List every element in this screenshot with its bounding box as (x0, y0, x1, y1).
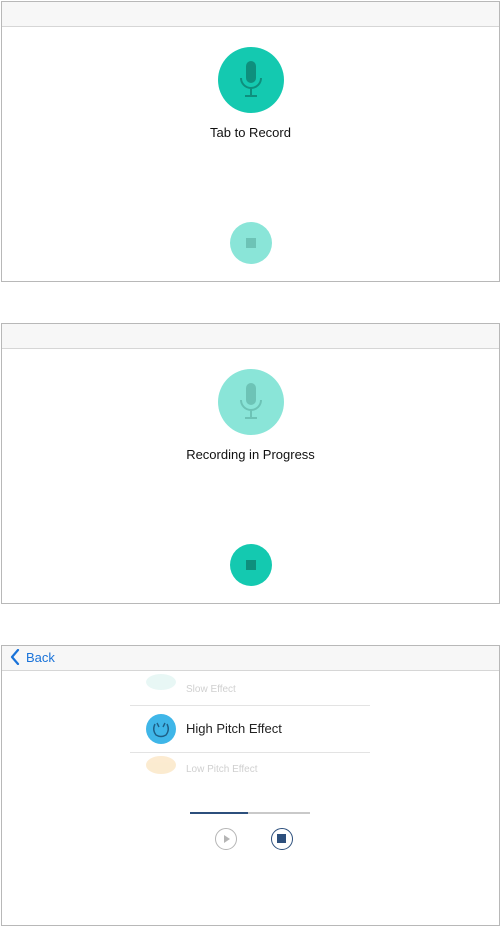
effect-label: Low Pitch Effect (186, 764, 258, 775)
stop-button[interactable] (230, 544, 272, 586)
microphone-icon (240, 61, 262, 97)
effect-label: Slow Effect (186, 684, 236, 695)
chevron-left-icon (10, 649, 20, 665)
back-button[interactable]: Back (10, 649, 55, 665)
record-button[interactable] (218, 47, 284, 113)
divider (130, 705, 370, 706)
effect-option-high-pitch[interactable]: High Pitch Effect (130, 707, 370, 751)
status-label: Recording in Progress (186, 447, 315, 462)
playback-progress-fill (190, 812, 248, 814)
stop-icon (277, 834, 286, 843)
stop-icon (246, 560, 256, 570)
play-button[interactable] (215, 828, 237, 850)
playback-progress-bar[interactable] (190, 812, 310, 814)
record-button[interactable] (218, 369, 284, 435)
microphone-icon (240, 383, 262, 419)
stop-button[interactable] (230, 222, 272, 264)
effect-label: High Pitch Effect (186, 721, 282, 736)
snail-icon (146, 756, 176, 774)
squirrel-icon (146, 714, 176, 744)
play-icon (224, 835, 230, 843)
navigation-bar (2, 324, 499, 349)
navigation-bar (2, 2, 499, 27)
record-screen-idle: Tab to Record (1, 1, 500, 282)
stop-playback-button[interactable] (271, 828, 293, 850)
status-label: Tab to Record (210, 125, 291, 140)
record-screen-recording: Recording in Progress (1, 323, 500, 604)
effect-option-low-pitch[interactable]: Low Pitch Effect (130, 752, 370, 796)
wave-icon (146, 674, 176, 690)
back-label: Back (26, 649, 55, 665)
stop-icon (246, 238, 256, 248)
